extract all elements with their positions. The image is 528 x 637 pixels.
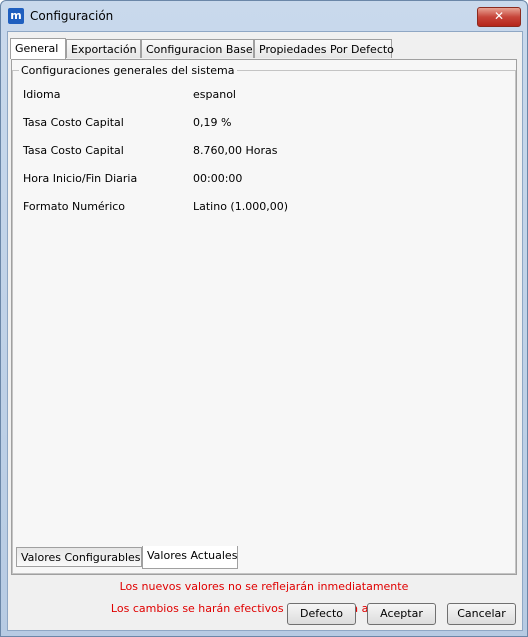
aceptar-button[interactable]: Aceptar xyxy=(367,603,436,625)
setting-value: Latino (1.000,00) xyxy=(193,200,289,213)
setting-value: 00:00:00 xyxy=(193,172,243,185)
dialog-body: General Exportación Configuracion Base P… xyxy=(7,31,523,631)
setting-label: Formato Numérico xyxy=(23,200,126,213)
general-tab-panel: Configuraciones generales del sistema Id… xyxy=(11,59,517,575)
cancelar-button[interactable]: Cancelar xyxy=(447,603,516,625)
tab-valores-actuales[interactable]: Valores Actuales xyxy=(142,546,238,569)
group-title: Configuraciones generales del sistema xyxy=(19,64,237,77)
setting-value: 8.760,00 Horas xyxy=(193,144,278,157)
app-logo-icon: m xyxy=(8,8,24,24)
general-panel-frame: Configuraciones generales del sistema Id… xyxy=(11,59,517,575)
close-icon: ✕ xyxy=(493,9,505,23)
setting-value: espanol xyxy=(193,88,236,101)
title-bar[interactable]: m Configuración ✕ xyxy=(1,1,527,31)
setting-label: Idioma xyxy=(23,88,61,101)
tab-general[interactable]: General xyxy=(10,38,66,59)
setting-label: Tasa Costo Capital xyxy=(23,116,124,129)
window-title: Configuración xyxy=(30,9,114,23)
setting-value: 0,19 % xyxy=(193,116,232,129)
setting-label: Hora Inicio/Fin Diaria xyxy=(23,172,138,185)
configuracion-dialog: m Configuración ✕ General Exportación Co… xyxy=(0,0,528,637)
system-settings-group: Configuraciones generales del sistema Id… xyxy=(12,64,516,574)
tab-valores-configurables[interactable]: Valores Configurables xyxy=(16,547,142,567)
close-button[interactable]: ✕ xyxy=(477,7,521,27)
tab-propiedades-por-defecto[interactable]: Propiedades Por Defecto xyxy=(254,39,394,58)
tab-exportacion[interactable]: Exportación xyxy=(66,39,141,58)
setting-label: Tasa Costo Capital xyxy=(23,144,124,157)
tab-configuracion-base[interactable]: Configuracion Base xyxy=(141,39,254,58)
defecto-button[interactable]: Defecto xyxy=(287,603,356,625)
